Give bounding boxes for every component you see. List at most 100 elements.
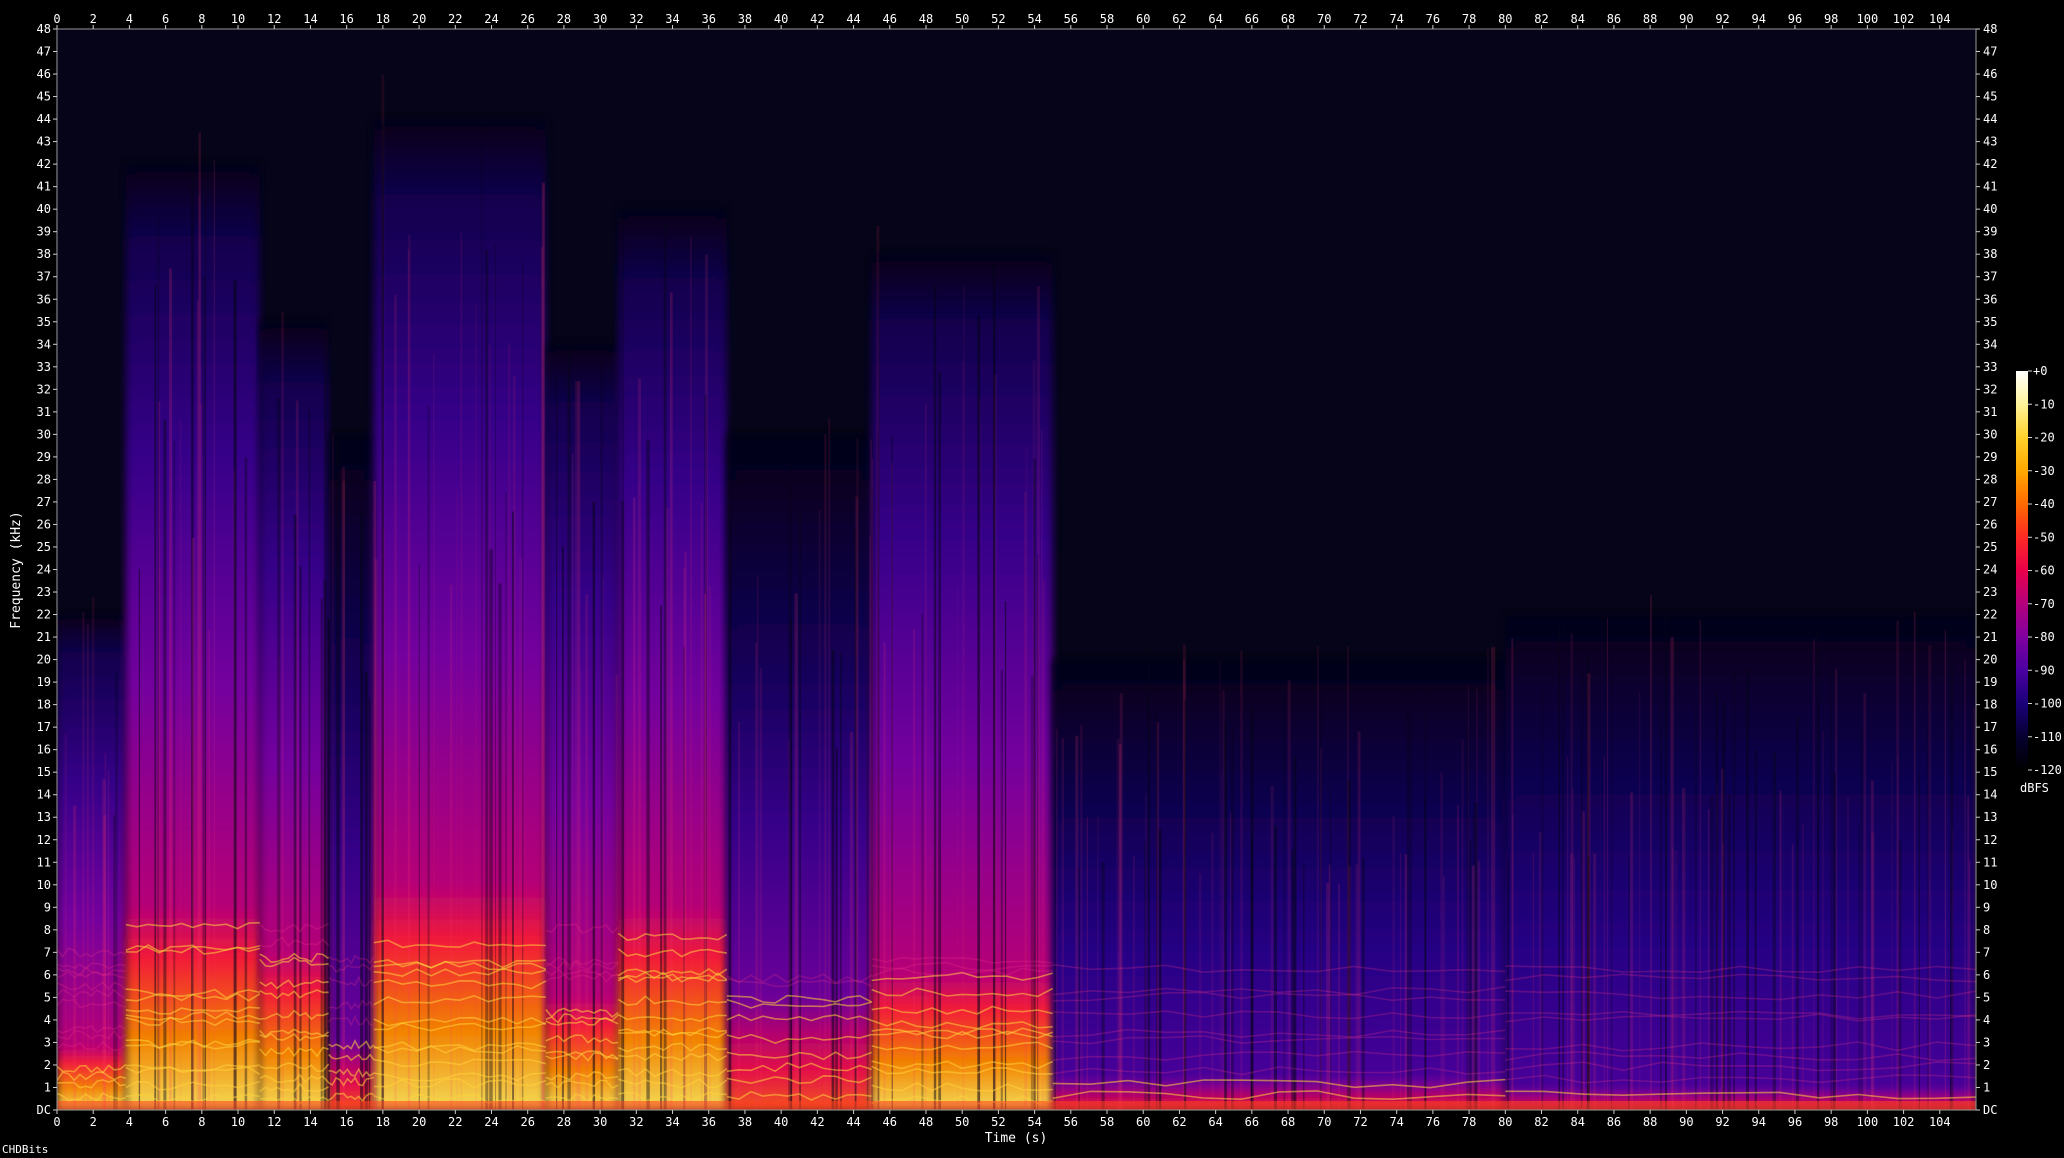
x-tick-label: 42: [810, 1115, 824, 1129]
x-tick-label: 64: [1208, 1115, 1222, 1129]
spectrogram-striation: [868, 535, 872, 1110]
y-tick-label: 4: [44, 1013, 51, 1027]
spectrogram-striation: [556, 377, 558, 1110]
x-tick-label: 76: [1426, 12, 1440, 26]
spectrogram-striation: [1973, 707, 1975, 1110]
x-tick-label: 26: [520, 1115, 534, 1129]
spectrogram-striation: [360, 510, 364, 1110]
x-tick-label: 80: [1498, 1115, 1512, 1129]
spectrogram-striation: [1779, 790, 1782, 1110]
y-axis-left: DC12345678910111213141516171819202122232…: [37, 22, 57, 1117]
x-tick-label: 8: [198, 12, 205, 26]
x-tick-label: 14: [303, 12, 317, 26]
colorbar-tick-label: -40: [2033, 497, 2055, 511]
y-tick-label: 18: [37, 698, 51, 712]
x-tick-label: 104: [1929, 12, 1951, 26]
x-tick-label: 94: [1752, 12, 1766, 26]
x-tick-label: 88: [1643, 1115, 1657, 1129]
x-tick-label: 66: [1245, 12, 1259, 26]
y-tick-label: 42: [37, 157, 51, 171]
spectrogram-striation: [308, 411, 311, 1110]
x-tick-label: 88: [1643, 12, 1657, 26]
x-tick-label: 68: [1281, 1115, 1295, 1129]
spectrogram-striation: [600, 360, 603, 1110]
y-tick-label: 41: [37, 180, 51, 194]
y-tick-label: 45: [1983, 90, 1997, 104]
spectrogram-striation: [1467, 685, 1469, 1110]
spectrogram-striation: [872, 458, 874, 1110]
spectrogram-striation: [1338, 883, 1340, 1110]
spectrogram-striation: [1086, 816, 1088, 1110]
spectrogram-striation: [1574, 857, 1576, 1110]
x-tick-label: 76: [1426, 1115, 1440, 1129]
y-tick-label: 45: [37, 90, 51, 104]
spectrogram-striation: [1406, 689, 1410, 1110]
spectrogram-striation: [585, 594, 589, 1110]
y-tick-label: 36: [1983, 292, 1997, 306]
y-tick-label: 13: [1983, 810, 1997, 824]
y-tick-label: 38: [1983, 247, 1997, 261]
spectrogram-striation: [561, 546, 564, 1110]
y-tick-label: 7: [44, 945, 51, 959]
y-tick-label: 27: [1983, 495, 1997, 509]
x-tick-label: 102: [1893, 12, 1915, 26]
spectrogram-striation: [1486, 649, 1490, 1110]
x-tick-label: 52: [991, 12, 1005, 26]
spectrogram-striation: [232, 470, 236, 1110]
spectrogram-striation: [913, 629, 915, 1110]
spectrogram-striation: [154, 285, 157, 1110]
spectrogram-striation: [665, 507, 670, 1110]
y-tick-label: 18: [1983, 698, 1997, 712]
spectrogram-striation: [173, 441, 176, 1110]
spectrogram-striation: [799, 506, 801, 1110]
spectrogram-striation: [684, 551, 687, 1110]
x-tick-label: 74: [1389, 1115, 1403, 1129]
x-tick-label: 24: [484, 1115, 498, 1129]
x-tick-label: 26: [520, 12, 534, 26]
x-tick-label: 98: [1824, 12, 1838, 26]
spectrogram-striation: [1650, 595, 1652, 1110]
spectrogram-chart: 0 2 4 6 8 10 12 14 16 18 20 22 24 26 28 30 32 34 36 38 40 42 4…: [9, 12, 2062, 1146]
spectrogram-striation: [1847, 797, 1849, 1110]
spectrogram-striation: [615, 674, 619, 1110]
x-tick-label: 60: [1136, 1115, 1150, 1129]
spectrogram-striation: [374, 558, 378, 1110]
spectrogram-striation: [1708, 809, 1710, 1110]
y-tick-label: 29: [1983, 450, 1997, 464]
spectrogram-striation: [977, 315, 981, 1110]
x-tick-label: 28: [557, 12, 571, 26]
x-tick-label: 50: [955, 12, 969, 26]
spectrogram-striation: [1219, 661, 1221, 1110]
spectrogram-striation: [481, 120, 483, 1110]
spectrogram-segment: [1505, 614, 1976, 1110]
spectrogram-striation: [1754, 750, 1757, 1110]
spectrogram-striation: [1628, 857, 1630, 1110]
spectrogram-striation: [293, 515, 297, 1110]
x-tick-label: 96: [1788, 1115, 1802, 1129]
y-tick-label: 40: [37, 202, 51, 216]
x-tick-label: 102: [1893, 1115, 1915, 1129]
spectrogram-striation: [1469, 840, 1472, 1110]
spectrogram-striation: [839, 652, 842, 1110]
colorbar-tick-label: -110: [2033, 730, 2062, 744]
spectrogram-striation: [1538, 831, 1542, 1110]
spectrogram-striation: [992, 259, 996, 1110]
colorbar-tick-label: -20: [2033, 431, 2055, 445]
x-tick-label: 80: [1498, 12, 1512, 26]
x-axis-label: Time (s): [985, 1131, 1048, 1146]
spectrogram-striation: [1896, 620, 1900, 1110]
spectrogram-striation: [1024, 492, 1027, 1110]
spectrogram-striation: [759, 668, 763, 1110]
spectrogram-striation: [1733, 671, 1735, 1110]
x-tick-label: 24: [484, 12, 498, 26]
x-tick-label: 72: [1353, 1115, 1367, 1129]
y-tick-label: 31: [1983, 405, 1997, 419]
spectrogram-striation: [73, 805, 77, 1110]
spectrogram-striation: [1949, 841, 1952, 1110]
x-tick-label: 2: [90, 1115, 97, 1129]
x-tick-label: 92: [1715, 1115, 1729, 1129]
colorbar-tick-label: -90: [2033, 663, 2055, 677]
colorbar-tick-label: -50: [2033, 530, 2055, 544]
y-tick-label: 42: [1983, 157, 1997, 171]
colorbar-tick-label: -30: [2033, 464, 2055, 478]
